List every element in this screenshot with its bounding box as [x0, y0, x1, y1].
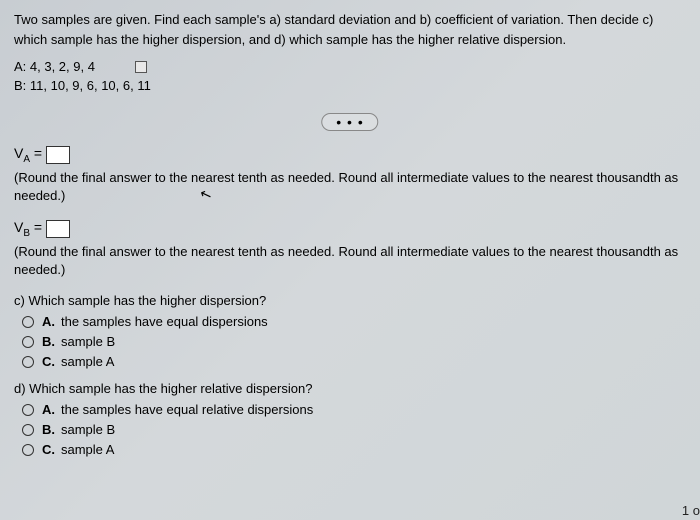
option-letter: A. — [42, 314, 55, 329]
part-c-option-b[interactable]: B. sample B — [14, 334, 686, 349]
option-letter: A. — [42, 402, 55, 417]
radio-icon[interactable] — [22, 404, 34, 416]
option-text: the samples have equal relative dispersi… — [61, 402, 313, 417]
sample-a-line: A: 4, 3, 2, 9, 4 — [14, 59, 686, 74]
option-text: sample A — [61, 442, 114, 457]
part-c-option-c[interactable]: C. sample A — [14, 354, 686, 369]
corner-text: 1 o — [682, 503, 700, 518]
part-d-option-c[interactable]: C. sample A — [14, 442, 686, 457]
part-c-option-a[interactable]: A. the samples have equal dispersions — [14, 314, 686, 329]
option-letter: B. — [42, 422, 55, 437]
part-d-option-a[interactable]: A. the samples have equal relative dispe… — [14, 402, 686, 417]
part-d-option-b[interactable]: B. sample B — [14, 422, 686, 437]
part-c: c) Which sample has the higher dispersio… — [14, 293, 686, 369]
va-label: VA = — [14, 145, 42, 165]
vb-label: VB = — [14, 219, 42, 239]
question-header: Two samples are given. Find each sample'… — [14, 10, 686, 49]
vb-rounding-note: (Round the final answer to the nearest t… — [14, 243, 686, 279]
option-text: sample A — [61, 354, 114, 369]
radio-icon[interactable] — [22, 444, 34, 456]
samples-block: A: 4, 3, 2, 9, 4 B: 11, 10, 9, 6, 10, 6,… — [14, 59, 686, 93]
va-formula: VA = — [14, 145, 686, 165]
vb-formula: VB = — [14, 219, 686, 239]
part-d: d) Which sample has the higher relative … — [14, 381, 686, 457]
option-text: sample B — [61, 422, 115, 437]
sample-a-text: A: 4, 3, 2, 9, 4 — [14, 59, 95, 74]
va-input[interactable] — [46, 146, 70, 164]
radio-icon[interactable] — [22, 424, 34, 436]
copy-icon[interactable] — [135, 61, 147, 73]
radio-icon[interactable] — [22, 356, 34, 368]
sample-b-text: B: 11, 10, 9, 6, 10, 6, 11 — [14, 78, 151, 93]
radio-icon[interactable] — [22, 336, 34, 348]
sample-b-line: B: 11, 10, 9, 6, 10, 6, 11 — [14, 78, 686, 93]
option-text: sample B — [61, 334, 115, 349]
radio-icon[interactable] — [22, 316, 34, 328]
vb-input[interactable] — [46, 220, 70, 238]
part-c-question: c) Which sample has the higher dispersio… — [14, 293, 686, 308]
collapse-dots-button[interactable]: • • • — [321, 113, 378, 131]
option-letter: C. — [42, 442, 55, 457]
option-text: the samples have equal dispersions — [61, 314, 268, 329]
va-rounding-note: (Round the final answer to the nearest t… — [14, 169, 686, 205]
option-letter: C. — [42, 354, 55, 369]
part-d-question: d) Which sample has the higher relative … — [14, 381, 686, 396]
option-letter: B. — [42, 334, 55, 349]
divider-area: • • • — [14, 113, 686, 137]
